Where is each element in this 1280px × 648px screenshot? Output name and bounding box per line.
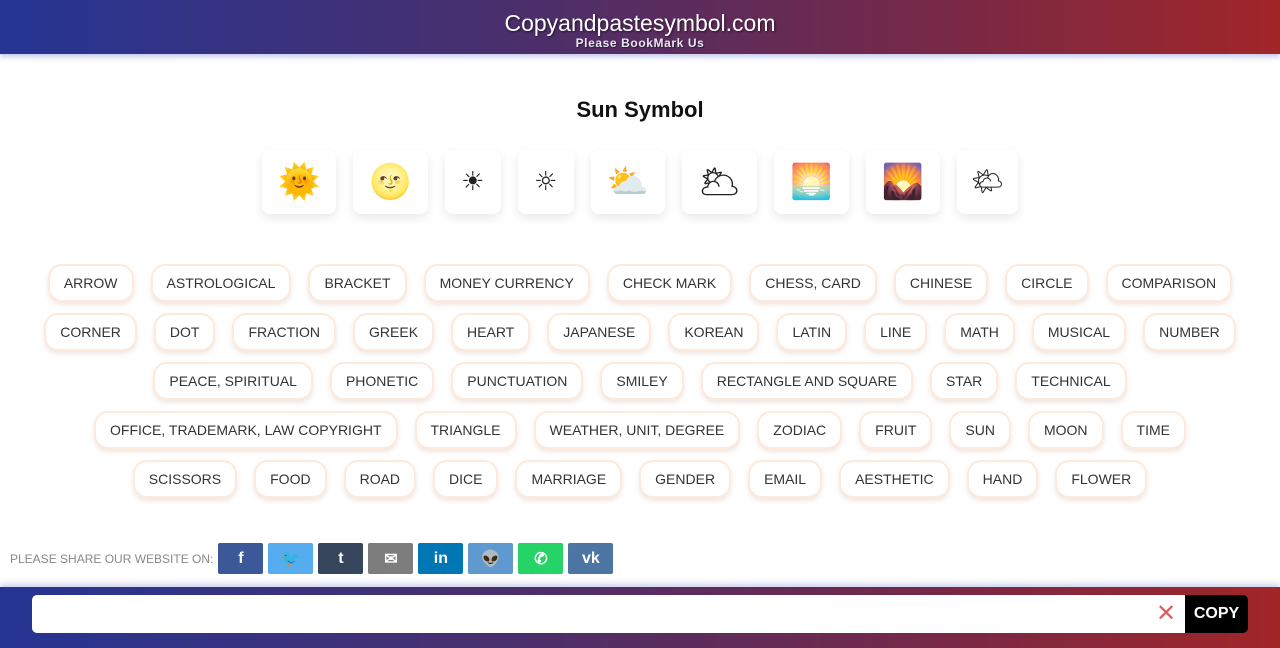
share-email-button[interactable]: ✉ (368, 543, 414, 574)
symbol-card[interactable]: 🌤 (956, 150, 1018, 214)
category-button-line[interactable]: LINE (864, 313, 928, 351)
category-button-dice[interactable]: DICE (433, 460, 499, 498)
copy-bar: ✕ COPY (0, 587, 1280, 648)
tumblr-icon: t (338, 549, 344, 567)
category-button-hand[interactable]: HAND (966, 460, 1039, 498)
category-button-zodiac[interactable]: ZODIAC (757, 411, 843, 449)
category-button-sun[interactable]: SUN (949, 411, 1011, 449)
email-icon: ✉ (384, 550, 398, 568)
reddit-icon: 👽 (480, 550, 501, 568)
category-button-korean[interactable]: KOREAN (668, 313, 760, 351)
symbol-card[interactable]: 🌥 (682, 150, 758, 214)
category-button-peace-spiritual[interactable]: PEACE, SPIRITUAL (153, 362, 313, 400)
category-button-greek[interactable]: GREEK (353, 313, 435, 351)
category-button-phonetic[interactable]: PHONETIC (329, 362, 435, 400)
category-button-fraction[interactable]: FRACTION (232, 313, 337, 351)
share-linkedin-button[interactable]: in (418, 543, 464, 574)
share-vk-button[interactable]: vk (568, 543, 614, 574)
copy-button[interactable]: COPY (1185, 595, 1248, 633)
category-button-musical[interactable]: MUSICAL (1031, 313, 1127, 351)
share-reddit-button[interactable]: 👽 (468, 543, 514, 574)
category-list: ARROW ASTROLOGICAL BRACKET MONEY CURRENCY CH… (40, 264, 1240, 498)
category-button-time[interactable]: TIME (1120, 411, 1186, 449)
category-button-marriage[interactable]: MARRIAGE (515, 460, 623, 498)
symbol-card[interactable]: ☼ (517, 150, 574, 214)
category-button-weather-unit-degree[interactable]: WEATHER, UNIT, DEGREE (533, 411, 741, 449)
category-button-fruit[interactable]: FRUIT (859, 411, 933, 449)
share-whatsapp-button[interactable]: ✆ (518, 543, 564, 574)
share-facebook-button[interactable]: f (218, 543, 264, 574)
category-button-chess-card[interactable]: CHESS, CARD (749, 264, 877, 302)
category-button-office-trademark-law-copyright[interactable]: OFFICE, TRADEMARK, LAW COPYRIGHT (94, 411, 398, 449)
category-button-email[interactable]: EMAIL (748, 460, 823, 498)
whatsapp-icon: ✆ (534, 550, 548, 568)
category-button-smiley[interactable]: SMILEY (600, 362, 684, 400)
symbol-grid: 🌞 🌝 ☀ ☼ ⛅ 🌥 🌅 🌄 🌤 (0, 150, 1280, 214)
facebook-icon: f (238, 549, 244, 567)
symbol-card[interactable]: 🌞 (262, 150, 337, 214)
category-button-number[interactable]: NUMBER (1143, 313, 1236, 351)
clear-icon[interactable]: ✕ (1153, 599, 1179, 629)
twitter-icon: 🐦 (280, 550, 301, 568)
symbol-card[interactable]: 🌝 (353, 150, 428, 214)
category-button-food[interactable]: FOOD (254, 460, 327, 498)
category-button-punctuation[interactable]: PUNCTUATION (451, 362, 584, 400)
category-button-moon[interactable]: MOON (1027, 411, 1104, 449)
category-button-dot[interactable]: DOT (153, 313, 216, 351)
category-button-road[interactable]: ROAD (343, 460, 417, 498)
category-button-scissors[interactable]: SCISSORS (132, 460, 238, 498)
category-button-astrological[interactable]: ASTROLOGICAL (150, 264, 292, 302)
category-button-triangle[interactable]: TRIANGLE (414, 411, 517, 449)
category-button-comparison[interactable]: COMPARISON (1105, 264, 1233, 302)
category-button-aesthetic[interactable]: AESTHETIC (839, 460, 950, 498)
category-button-corner[interactable]: CORNER (44, 313, 137, 351)
category-button-circle[interactable]: CIRCLE (1005, 264, 1089, 302)
category-button-latin[interactable]: LATIN (776, 313, 848, 351)
site-title[interactable]: Copyandpastesymbol.com (0, 0, 1280, 36)
category-button-chinese[interactable]: CHINESE (893, 264, 989, 302)
category-button-japanese[interactable]: JAPANESE (547, 313, 652, 351)
category-button-rectangle-and-square[interactable]: RECTANGLE AND SQUARE (700, 362, 913, 400)
share-tumblr-button[interactable]: t (318, 543, 364, 574)
category-button-heart[interactable]: HEART (451, 313, 531, 351)
category-button-bracket[interactable]: BRACKET (308, 264, 407, 302)
category-button-flower[interactable]: FLOWER (1055, 460, 1148, 498)
share-bar: PLEASE SHARE OUR WEBSITE ON: f 🐦 t ✉ in 👽 ✆ vk (10, 543, 618, 574)
symbol-card[interactable]: ☀ (444, 150, 501, 214)
category-button-technical[interactable]: TECHNICAL (1015, 362, 1127, 400)
vk-icon: vk (581, 549, 600, 567)
category-button-star[interactable]: STAR (929, 362, 999, 400)
category-button-gender[interactable]: GENDER (639, 460, 732, 498)
category-button-math[interactable]: MATH (944, 313, 1015, 351)
category-button-money-currency[interactable]: MONEY CURRENCY (423, 264, 590, 302)
category-button-check-mark[interactable]: CHECK MARK (606, 264, 733, 302)
linkedin-icon: in (433, 549, 448, 567)
symbol-card[interactable]: 🌄 (865, 150, 940, 214)
page-title: Sun Symbol (576, 97, 704, 122)
category-button-arrow[interactable]: ARROW (47, 264, 134, 302)
tagline: Please BookMark Us (575, 36, 705, 50)
copy-input[interactable] (32, 595, 1185, 633)
symbol-card[interactable]: ⛅ (590, 150, 666, 214)
share-label: PLEASE SHARE OUR WEBSITE ON: (10, 551, 214, 566)
symbol-card[interactable]: 🌅 (774, 150, 849, 214)
site-header: Copyandpastesymbol.com Please BookMark U… (0, 0, 1280, 54)
share-twitter-button[interactable]: 🐦 (268, 543, 314, 574)
